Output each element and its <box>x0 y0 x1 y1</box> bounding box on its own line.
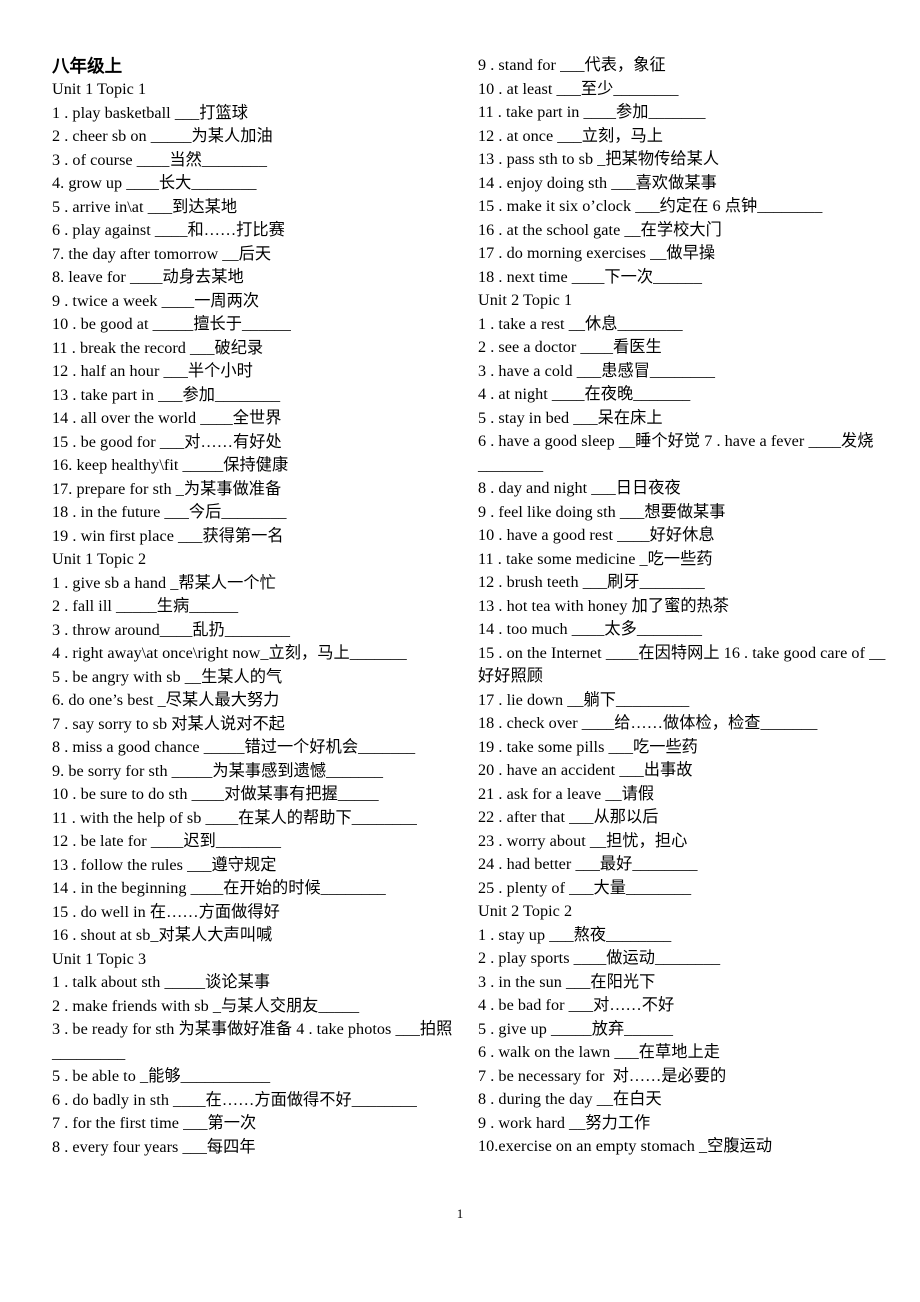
phrase-entry: 12 . at once ___立刻，马上 <box>478 126 663 145</box>
phrase-entry: 15 . be good for ___对……有好处 <box>52 432 282 451</box>
phrase-entry: 3 . have a cold ___患感冒________ <box>478 361 716 380</box>
phrase-entry: 11 . break the record ___破纪录 <box>52 338 264 357</box>
phrase-entry: 8 . day and night ___日日夜夜 <box>478 479 681 497</box>
phrase-entry: 23 . worry about __担忧，担心 <box>478 831 688 850</box>
phrase-entry: 8. leave for ____动身去某地 <box>52 268 244 286</box>
phrase-entry: 9. be sorry for sth _____为某事感到遗憾_______ <box>52 761 384 780</box>
phrase-entry: 10 . have a good rest ____好好休息 <box>478 526 715 544</box>
phrase-entry: 16. keep healthy\fit _____保持健康 <box>52 456 289 474</box>
phrase-entry: 14 . in the beginning ____在开始的时候________ <box>52 879 386 897</box>
phrase-entry: 18 . in the future ___今后________ <box>52 503 287 521</box>
phrase-entry: 5 . give up _____放弃______ <box>478 1019 674 1038</box>
phrase-entry: 17 . do morning exercises __做早操 <box>478 244 716 262</box>
phrase-entry: 6 . walk on the lawn ___在草地上走 <box>478 1043 720 1061</box>
document-page: 八年级上 Unit 1 Topic 1 1 . play basketball … <box>0 0 920 1302</box>
phrase-entry: 7 . for the first time ___第一次 <box>52 1114 257 1132</box>
phrase-entry: 10 . be sure to do sth ____对做某事有把握_____ <box>52 785 379 803</box>
phrase-entry: 4 . right away\at once\right now_立刻，马上__… <box>52 644 407 662</box>
phrase-entry: 4 . at night ____在夜晚_______ <box>478 385 691 403</box>
phrase-entry: 5 . arrive in\at ___到达某地 <box>52 197 238 216</box>
phrase-entry: 1 . stay up ___熬夜________ <box>478 925 672 944</box>
phrase-entry: 5 . be able to _能够___________ <box>52 1067 271 1085</box>
phrase-entry: 13 . pass sth to sb _把某物传给某人 <box>478 150 720 168</box>
phrase-entry: 6 . have a good sleep __睡个好觉 7 . have a … <box>478 432 874 474</box>
phrase-entry: 6. do one’s best _尽某人最大努力 <box>52 691 280 709</box>
phrase-entry: 10.exercise on an empty stomach _空腹运动 <box>478 1137 773 1155</box>
phrase-entry: 5 . be angry with sb __生某人的气 <box>52 667 283 686</box>
phrase-entry: 24 . had better ___最好________ <box>478 855 698 873</box>
section-heading-unit1-topic3: Unit 1 Topic 3 <box>52 949 147 968</box>
phrase-entry: 5 . stay in bed ___呆在床上 <box>478 408 663 427</box>
left-column: 八年级上 Unit 1 Topic 1 1 . play basketball … <box>52 54 462 1159</box>
phrase-entry: 10 . be good at _____擅长于______ <box>52 315 291 333</box>
phrase-entry: 22 . after that ___从那以后 <box>478 808 659 826</box>
phrase-entry: 3 . of course ____当然________ <box>52 150 267 169</box>
phrase-entry: 18 . next time ____下一次______ <box>478 267 702 286</box>
phrase-entry: 14 . all over the world ____全世界 <box>52 409 282 427</box>
phrase-entry: 21 . ask for a leave __请假 <box>478 784 655 803</box>
phrase-entry: 9 . stand for ___代表，象征 <box>478 56 666 74</box>
phrase-entry: 6 . do badly in sth ____在……方面做得不好_______… <box>52 1090 417 1109</box>
phrase-entry: 2 . make friends with sb _与某人交朋友_____ <box>52 996 360 1015</box>
phrase-entry: 25 . plenty of ___大量________ <box>478 878 692 897</box>
phrase-entry: 12 . be late for ____迟到________ <box>52 832 282 850</box>
phrase-entry: 16 . at the school gate __在学校大门 <box>478 220 722 239</box>
two-column-body: 八年级上 Unit 1 Topic 1 1 . play basketball … <box>52 54 888 1159</box>
phrase-entry: 12 . half an hour ___半个小时 <box>52 362 253 380</box>
phrase-entry: 9 . work hard __努力工作 <box>478 1113 651 1132</box>
phrase-entry: 3 . be ready for sth 为某事做好准备 4 . take ph… <box>52 1020 453 1062</box>
phrase-entry: 4. grow up ____长大________ <box>52 174 257 192</box>
phrase-entry: 11 . take some medicine _吃一些药 <box>478 549 713 568</box>
phrase-entry: 19 . win first place ___获得第一名 <box>52 526 284 545</box>
phrase-entry: 11 . take part in ____参加_______ <box>478 103 706 121</box>
phrase-entry: 7 . say sorry to sb 对某人说对不起 <box>52 714 285 733</box>
section-heading-unit1-topic2: Unit 1 Topic 2 <box>52 550 147 568</box>
phrase-entry: 17. prepare for sth _为某事做准备 <box>52 479 282 498</box>
phrase-entry: 14 . too much ____太多________ <box>478 620 702 638</box>
phrase-entry: 13 . take part in ___参加________ <box>52 385 281 404</box>
phrase-entry: 9 . twice a week ____一周两次 <box>52 291 260 310</box>
phrase-entry: 4 . be bad for ___对……不好 <box>478 996 675 1014</box>
phrase-entry: 18 . check over ____给……做体检，检查_______ <box>478 714 818 732</box>
phrase-entry: 20 . have an accident ___出事故 <box>478 761 693 779</box>
section-heading-unit2-topic2: Unit 2 Topic 2 <box>478 902 573 920</box>
phrase-entry: 8 . during the day __在白天 <box>478 1090 662 1108</box>
phrase-entry: 1 . give sb a hand _帮某人一个忙 <box>52 573 276 592</box>
phrase-entry: 12 . brush teeth ___刷牙________ <box>478 573 705 591</box>
phrase-entry: 2 . fall ill _____生病______ <box>52 597 239 615</box>
phrase-entry: 13 . follow the rules ___遵守规定 <box>52 855 277 874</box>
phrase-entry: 7. the day after tomorrow __后天 <box>52 244 272 263</box>
phrase-entry: 8 . miss a good chance _____错过一个好机会_____… <box>52 738 416 756</box>
phrase-entry: 2 . cheer sb on _____为某人加油 <box>52 127 273 145</box>
document-title: 八年级上 <box>52 56 123 76</box>
phrase-entry: 8 . every four years ___每四年 <box>52 1137 256 1156</box>
section-heading-unit2-topic1: Unit 2 Topic 1 <box>478 291 573 309</box>
phrase-entry: 13 . hot tea with honey 加了蜜的热茶 <box>478 596 730 615</box>
phrase-entry: 15 . on the Internet ____在因特网上 16 . take… <box>478 643 886 686</box>
phrase-entry: 1 . play basketball ___打篮球 <box>52 103 248 122</box>
phrase-entry: 17 . lie down __躺下_________ <box>478 690 690 709</box>
phrase-entry: 9 . feel like doing sth ___想要做某事 <box>478 502 726 521</box>
phrase-entry: 6 . play against ____和……打比赛 <box>52 221 285 239</box>
phrase-entry: 10 . at least ___至少________ <box>478 79 679 98</box>
right-column: 9 . stand for ___代表，象征 10 . at least ___… <box>478 54 888 1159</box>
phrase-entry: 15 . make it six o’clock ___约定在 6 点钟____… <box>478 197 823 215</box>
page-number: 1 <box>456 1206 464 1221</box>
phrase-entry: 2 . see a doctor ____看医生 <box>478 338 662 356</box>
section-heading-unit1-topic1: Unit 1 Topic 1 <box>52 80 147 98</box>
phrase-entry: 11 . with the help of sb ____在某人的帮助下____… <box>52 808 417 827</box>
phrase-entry: 15 . do well in 在……方面做得好 <box>52 902 280 921</box>
phrase-entry: 1 . take a rest __休息________ <box>478 314 683 333</box>
phrase-entry: 16 . shout at sb_对某人大声叫喊 <box>52 926 273 944</box>
phrase-entry: 14 . enjoy doing sth ___喜欢做某事 <box>478 173 717 192</box>
phrase-entry: 1 . talk about sth _____谈论某事 <box>52 973 271 991</box>
phrase-entry: 3 . throw around____乱扔________ <box>52 620 290 639</box>
phrase-entry: 7 . be necessary for 对……是必要的 <box>478 1066 727 1085</box>
phrase-entry: 2 . play sports ____做运动________ <box>478 949 721 967</box>
phrase-entry: 19 . take some pills ___吃一些药 <box>478 737 698 756</box>
phrase-entry: 3 . in the sun ___在阳光下 <box>478 972 656 991</box>
